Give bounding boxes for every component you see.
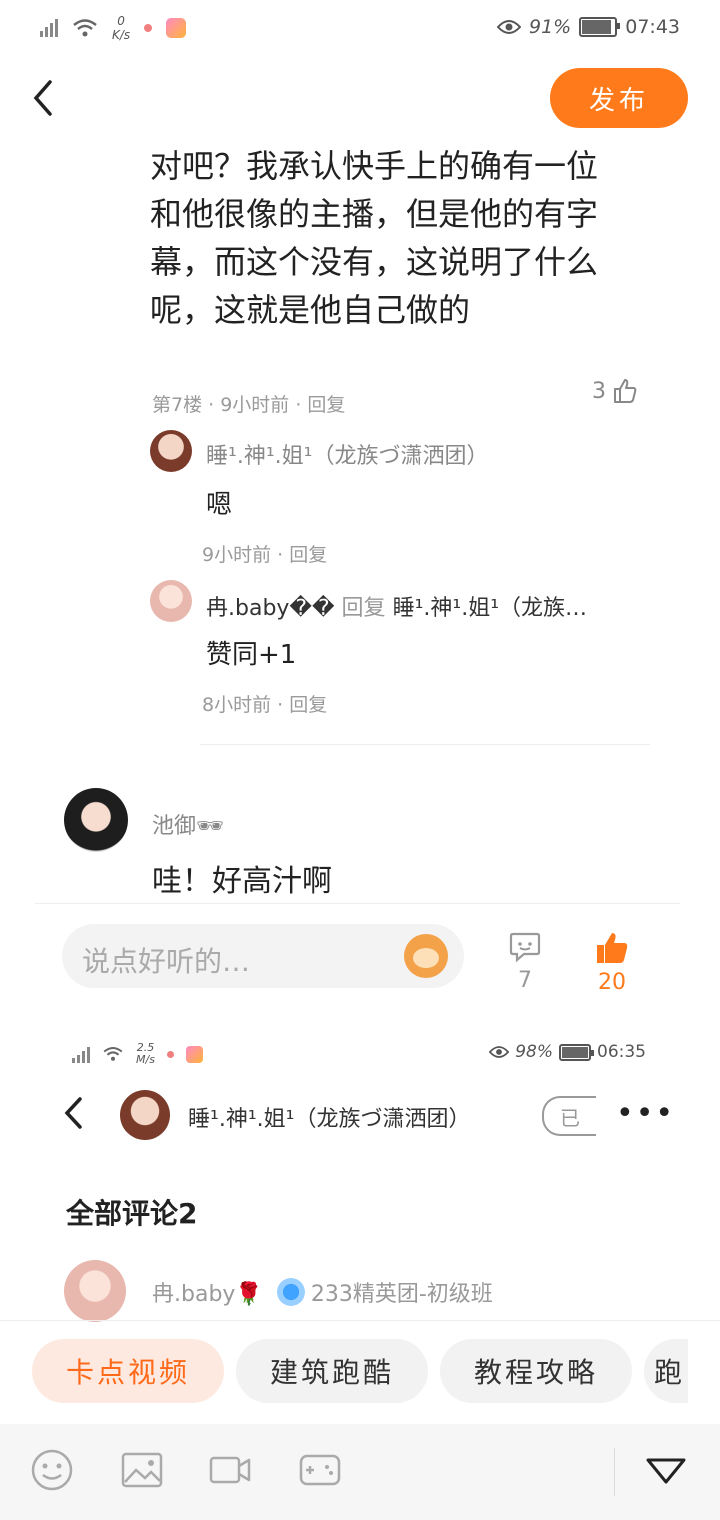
video-icon[interactable] — [208, 1448, 252, 1492]
commenter-name[interactable]: 冉.baby🌹 — [152, 1276, 263, 1308]
more-icon[interactable]: ••• — [616, 1096, 675, 1131]
comment-bubble-icon — [509, 932, 541, 963]
app-notification-icon — [185, 1045, 203, 1063]
bottom-toolbar — [0, 1424, 720, 1520]
comment-count: 7 — [518, 968, 532, 993]
avatar[interactable] — [64, 788, 128, 852]
avatar[interactable] — [120, 1090, 170, 1140]
speed-unit: K/s — [112, 28, 131, 42]
app-notification-icon — [166, 18, 187, 38]
battery-percent: 91% — [529, 16, 572, 38]
reply-meta[interactable]: 8小时前 · 回复 — [202, 690, 327, 717]
eye-icon — [497, 20, 521, 34]
toolbar-divider — [614, 1448, 615, 1496]
post-like-button[interactable]: 3 — [592, 378, 638, 404]
reply-word: 回复 — [341, 596, 386, 621]
comment-text: 哇！好高汁啊 — [152, 864, 332, 899]
back-arrow-icon[interactable] — [62, 1096, 84, 1139]
comment-username[interactable]: 池御🕶 — [152, 808, 224, 840]
clock: 06:35 — [597, 1042, 646, 1062]
section-title: 全部评论2 — [66, 1197, 198, 1230]
game-icon[interactable] — [298, 1448, 342, 1492]
speed-unit: M/s — [136, 1053, 155, 1066]
notification-dot-icon — [144, 24, 153, 32]
group-badge-icon — [276, 1278, 305, 1306]
tag-bar: 卡点视频 建筑跑酷 教程攻略 跑 — [0, 1320, 720, 1425]
signal-icon — [40, 19, 58, 37]
post-text: 对吧？我承认快手上的确有一位和他很像的主播，但是他的有字幕，而这个没有，这说明了… — [150, 147, 599, 329]
speed-value: 0 — [117, 14, 125, 28]
battery-icon — [559, 1043, 594, 1061]
divider — [35, 903, 680, 904]
status-bar: 0 K/s 91% 07:43 — [0, 0, 720, 56]
notification-dot-icon — [166, 1050, 174, 1058]
eye-icon — [489, 1046, 510, 1058]
tag-chip[interactable]: 跑 — [644, 1339, 688, 1403]
comment-count-button[interactable]: 7 — [508, 930, 542, 993]
reply-target[interactable]: 睡¹.神¹.姐¹（龙族… — [393, 596, 587, 621]
group-name: 233精英团-初级班 — [310, 1282, 493, 1307]
thumbs-up-filled-icon — [597, 933, 628, 963]
reply-username[interactable]: 冉.baby�� — [206, 596, 335, 621]
back-arrow-icon[interactable] — [30, 78, 70, 118]
network-speed: 0 K/s — [112, 14, 130, 42]
reply-text: 赞同+1 — [206, 640, 297, 670]
clock: 07:43 — [625, 16, 680, 38]
reply-header: 冉.baby�� 回复 睡¹.神¹.姐¹（龙族… — [206, 590, 587, 622]
collapse-icon[interactable] — [644, 1448, 688, 1492]
comment-input[interactable]: 说点好听的… — [62, 924, 464, 988]
tag-chip[interactable]: 建筑跑酷 — [236, 1339, 428, 1403]
tag-chip[interactable]: 教程攻略 — [440, 1339, 632, 1403]
reply-username[interactable]: 睡¹.神¹.姐¹（龙族づ潇洒团） — [206, 438, 488, 470]
network-speed: 2.5 M/s — [136, 1042, 155, 1066]
reply-meta[interactable]: 9小时前 · 回复 — [202, 540, 327, 567]
publish-button[interactable]: 发布 — [550, 68, 688, 128]
reply-text: 嗯 — [206, 490, 233, 520]
follow-button[interactable]: 已 — [542, 1096, 596, 1136]
avatar[interactable] — [150, 430, 192, 472]
image-icon[interactable] — [120, 1448, 164, 1492]
commenter-row: 冉.baby🌹 233精英团-初级班 — [152, 1276, 493, 1308]
monkey-sticker-icon[interactable] — [404, 934, 448, 978]
wifi-icon — [103, 1047, 123, 1061]
embedded-status-bar: 2.5 M/s 98% 06:35 — [72, 1038, 652, 1068]
tag-chip[interactable]: 卡点视频 — [32, 1339, 224, 1403]
thumbs-up-icon — [614, 379, 637, 403]
wifi-icon — [73, 19, 97, 37]
post-like-count: 3 — [592, 378, 606, 404]
profile-username[interactable]: 睡¹.神¹.姐¹（龙族づ潇洒团） — [188, 1101, 470, 1133]
avatar[interactable] — [64, 1260, 126, 1322]
like-count: 20 — [598, 970, 626, 995]
emoji-icon[interactable] — [30, 1448, 74, 1492]
post-meta[interactable]: 第7楼 · 9小时前 · 回复 — [152, 390, 345, 417]
like-count-button[interactable]: 20 — [594, 930, 630, 995]
battery-icon — [579, 17, 621, 37]
avatar[interactable] — [150, 580, 192, 622]
signal-icon — [72, 1045, 90, 1063]
battery-percent: 98% — [515, 1042, 553, 1062]
comment-placeholder: 说点好听的… — [82, 945, 251, 978]
divider — [200, 744, 650, 745]
